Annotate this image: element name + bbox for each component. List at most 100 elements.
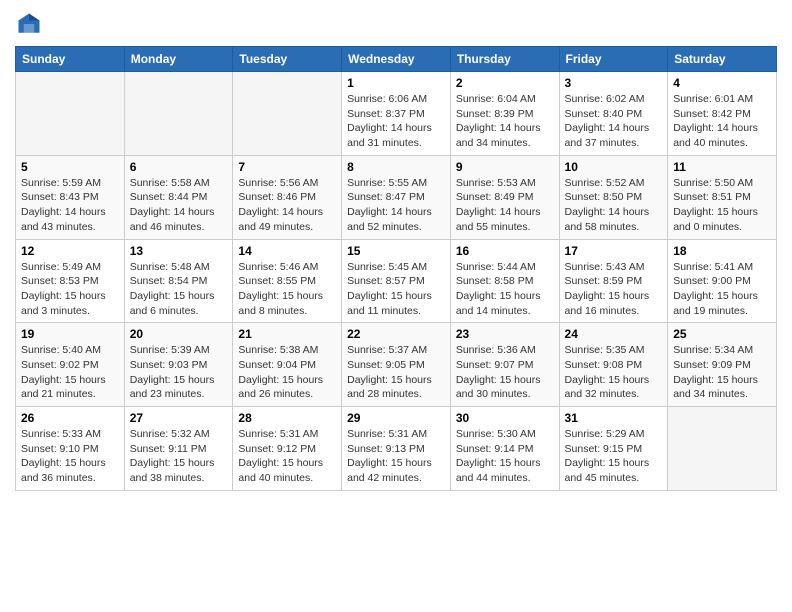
calendar-cell: 27 Sunrise: 5:32 AM Sunset: 9:11 PM Dayli… bbox=[124, 407, 233, 491]
day-number: 7 bbox=[238, 160, 336, 174]
day-number: 11 bbox=[673, 160, 771, 174]
day-info: Sunrise: 6:06 AM Sunset: 8:37 PM Dayligh… bbox=[347, 92, 445, 151]
day-number: 8 bbox=[347, 160, 445, 174]
day-number: 16 bbox=[456, 244, 554, 258]
day-number: 20 bbox=[130, 327, 228, 341]
day-number: 25 bbox=[673, 327, 771, 341]
logo bbox=[15, 10, 47, 38]
day-info: Sunrise: 5:31 AM Sunset: 9:13 PM Dayligh… bbox=[347, 427, 445, 486]
calendar-week-row: 1Sunrise: 6:06 AM Sunset: 8:37 PM Daylig… bbox=[16, 72, 777, 156]
calendar-cell: 19Sunrise: 5:40 AM Sunset: 9:02 PM Dayli… bbox=[16, 323, 125, 407]
day-info: Sunrise: 6:02 AM Sunset: 8:40 PM Dayligh… bbox=[565, 92, 663, 151]
calendar-cell: 4Sunrise: 6:01 AM Sunset: 8:42 PM Daylig… bbox=[668, 72, 777, 156]
calendar-header-friday: Friday bbox=[559, 47, 668, 72]
day-number: 3 bbox=[565, 76, 663, 90]
day-number: 14 bbox=[238, 244, 336, 258]
day-info: Sunrise: 5:48 AM Sunset: 8:54 PM Dayligh… bbox=[130, 260, 228, 319]
day-info: Sunrise: 5:59 AM Sunset: 8:43 PM Dayligh… bbox=[21, 176, 119, 235]
day-number: 6 bbox=[130, 160, 228, 174]
calendar-cell: 22 Sunrise: 5:37 AM Sunset: 9:05 PM Dayli… bbox=[342, 323, 451, 407]
day-info: Sunrise: 5:55 AM Sunset: 8:47 PM Dayligh… bbox=[347, 176, 445, 235]
calendar-cell: 2 Sunrise: 6:04 AM Sunset: 8:39 PM Daylig… bbox=[450, 72, 559, 156]
calendar-cell: 10Sunrise: 5:52 AM Sunset: 8:50 PM Dayli… bbox=[559, 155, 668, 239]
day-info: Sunrise: 5:36 AM Sunset: 9:07 PM Dayligh… bbox=[456, 343, 554, 402]
calendar-cell: 5 Sunrise: 5:59 AM Sunset: 8:43 PM Daylig… bbox=[16, 155, 125, 239]
calendar-cell: 16 Sunrise: 5:44 AM Sunset: 8:58 PM Dayli… bbox=[450, 239, 559, 323]
day-number: 22 bbox=[347, 327, 445, 341]
calendar-header-thursday: Thursday bbox=[450, 47, 559, 72]
calendar-cell: 7 Sunrise: 5:56 AM Sunset: 8:46 PM Daylig… bbox=[233, 155, 342, 239]
calendar-cell: 14 Sunrise: 5:46 AM Sunset: 8:55 PM Dayli… bbox=[233, 239, 342, 323]
day-number: 5 bbox=[21, 160, 119, 174]
calendar-week-row: 19Sunrise: 5:40 AM Sunset: 9:02 PM Dayli… bbox=[16, 323, 777, 407]
day-number: 18 bbox=[673, 244, 771, 258]
day-info: Sunrise: 5:56 AM Sunset: 8:46 PM Dayligh… bbox=[238, 176, 336, 235]
calendar-cell: 30 Sunrise: 5:30 AM Sunset: 9:14 PM Dayli… bbox=[450, 407, 559, 491]
day-info: Sunrise: 5:40 AM Sunset: 9:02 PM Dayligh… bbox=[21, 343, 119, 402]
calendar-header-row: SundayMondayTuesdayWednesdayThursdayFrid… bbox=[16, 47, 777, 72]
day-number: 9 bbox=[456, 160, 554, 174]
day-number: 28 bbox=[238, 411, 336, 425]
day-info: Sunrise: 5:44 AM Sunset: 8:58 PM Dayligh… bbox=[456, 260, 554, 319]
day-info: Sunrise: 6:04 AM Sunset: 8:39 PM Dayligh… bbox=[456, 92, 554, 151]
calendar-cell: 15 Sunrise: 5:45 AM Sunset: 8:57 PM Dayli… bbox=[342, 239, 451, 323]
calendar-cell: 6 Sunrise: 5:58 AM Sunset: 8:44 PM Daylig… bbox=[124, 155, 233, 239]
calendar-cell: 12Sunrise: 5:49 AM Sunset: 8:53 PM Dayli… bbox=[16, 239, 125, 323]
calendar-header-sunday: Sunday bbox=[16, 47, 125, 72]
day-info: Sunrise: 5:53 AM Sunset: 8:49 PM Dayligh… bbox=[456, 176, 554, 235]
calendar-cell: 25Sunrise: 5:34 AM Sunset: 9:09 PM Dayli… bbox=[668, 323, 777, 407]
logo-icon bbox=[15, 10, 43, 38]
day-number: 27 bbox=[130, 411, 228, 425]
day-info: Sunrise: 5:32 AM Sunset: 9:11 PM Dayligh… bbox=[130, 427, 228, 486]
day-number: 23 bbox=[456, 327, 554, 341]
day-info: Sunrise: 5:50 AM Sunset: 8:51 PM Dayligh… bbox=[673, 176, 771, 235]
day-info: Sunrise: 5:30 AM Sunset: 9:14 PM Dayligh… bbox=[456, 427, 554, 486]
day-info: Sunrise: 5:39 AM Sunset: 9:03 PM Dayligh… bbox=[130, 343, 228, 402]
calendar-cell bbox=[668, 407, 777, 491]
calendar-cell bbox=[233, 72, 342, 156]
calendar-cell: 18 Sunrise: 5:41 AM Sunset: 9:00 PM Dayli… bbox=[668, 239, 777, 323]
header bbox=[15, 10, 777, 38]
calendar-cell: 31 Sunrise: 5:29 AM Sunset: 9:15 PM Dayli… bbox=[559, 407, 668, 491]
day-info: Sunrise: 5:52 AM Sunset: 8:50 PM Dayligh… bbox=[565, 176, 663, 235]
calendar-cell: 21Sunrise: 5:38 AM Sunset: 9:04 PM Dayli… bbox=[233, 323, 342, 407]
day-number: 15 bbox=[347, 244, 445, 258]
day-number: 29 bbox=[347, 411, 445, 425]
calendar-week-row: 26 Sunrise: 5:33 AM Sunset: 9:10 PM Dayli… bbox=[16, 407, 777, 491]
calendar-cell bbox=[16, 72, 125, 156]
calendar-cell: 1Sunrise: 6:06 AM Sunset: 8:37 PM Daylig… bbox=[342, 72, 451, 156]
calendar-cell: 24 Sunrise: 5:35 AM Sunset: 9:08 PM Dayli… bbox=[559, 323, 668, 407]
day-number: 31 bbox=[565, 411, 663, 425]
calendar-cell: 3 Sunrise: 6:02 AM Sunset: 8:40 PM Daylig… bbox=[559, 72, 668, 156]
day-info: Sunrise: 5:37 AM Sunset: 9:05 PM Dayligh… bbox=[347, 343, 445, 402]
calendar-table: SundayMondayTuesdayWednesdayThursdayFrid… bbox=[15, 46, 777, 491]
day-info: Sunrise: 5:58 AM Sunset: 8:44 PM Dayligh… bbox=[130, 176, 228, 235]
day-info: Sunrise: 5:45 AM Sunset: 8:57 PM Dayligh… bbox=[347, 260, 445, 319]
day-number: 4 bbox=[673, 76, 771, 90]
calendar-header-tuesday: Tuesday bbox=[233, 47, 342, 72]
day-number: 12 bbox=[21, 244, 119, 258]
day-number: 30 bbox=[456, 411, 554, 425]
calendar-week-row: 12Sunrise: 5:49 AM Sunset: 8:53 PM Dayli… bbox=[16, 239, 777, 323]
day-number: 17 bbox=[565, 244, 663, 258]
calendar-cell: 13 Sunrise: 5:48 AM Sunset: 8:54 PM Dayli… bbox=[124, 239, 233, 323]
day-info: Sunrise: 5:35 AM Sunset: 9:08 PM Dayligh… bbox=[565, 343, 663, 402]
calendar-week-row: 5 Sunrise: 5:59 AM Sunset: 8:43 PM Daylig… bbox=[16, 155, 777, 239]
day-number: 2 bbox=[456, 76, 554, 90]
calendar-cell: 23 Sunrise: 5:36 AM Sunset: 9:07 PM Dayli… bbox=[450, 323, 559, 407]
day-info: Sunrise: 5:33 AM Sunset: 9:10 PM Dayligh… bbox=[21, 427, 119, 486]
day-info: Sunrise: 5:31 AM Sunset: 9:12 PM Dayligh… bbox=[238, 427, 336, 486]
calendar-cell: 11 Sunrise: 5:50 AM Sunset: 8:51 PM Dayli… bbox=[668, 155, 777, 239]
calendar-cell: 17 Sunrise: 5:43 AM Sunset: 8:59 PM Dayli… bbox=[559, 239, 668, 323]
day-number: 26 bbox=[21, 411, 119, 425]
calendar-header-monday: Monday bbox=[124, 47, 233, 72]
calendar-header-wednesday: Wednesday bbox=[342, 47, 451, 72]
calendar-cell: 29 Sunrise: 5:31 AM Sunset: 9:13 PM Dayli… bbox=[342, 407, 451, 491]
day-info: Sunrise: 5:43 AM Sunset: 8:59 PM Dayligh… bbox=[565, 260, 663, 319]
day-number: 13 bbox=[130, 244, 228, 258]
day-info: Sunrise: 5:41 AM Sunset: 9:00 PM Dayligh… bbox=[673, 260, 771, 319]
day-info: Sunrise: 5:29 AM Sunset: 9:15 PM Dayligh… bbox=[565, 427, 663, 486]
day-number: 24 bbox=[565, 327, 663, 341]
day-info: Sunrise: 5:46 AM Sunset: 8:55 PM Dayligh… bbox=[238, 260, 336, 319]
calendar-cell: 26 Sunrise: 5:33 AM Sunset: 9:10 PM Dayli… bbox=[16, 407, 125, 491]
